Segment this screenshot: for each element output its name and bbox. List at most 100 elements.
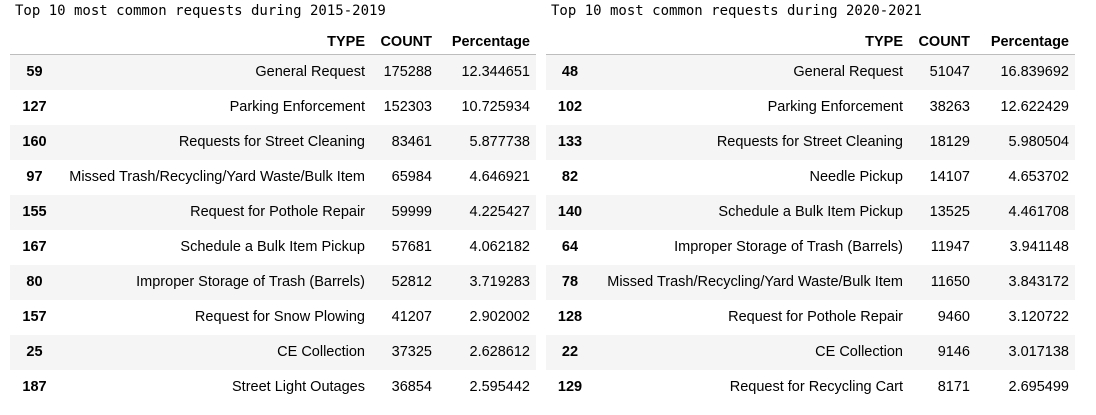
notebook-outputs: Top 10 most common requests during 2015-… xyxy=(0,0,1096,415)
count-cell: 37325 xyxy=(391,344,432,360)
table-row: 102 Parking Enforcement 38263 12.622429 xyxy=(546,90,1075,125)
row-index: 80 xyxy=(26,274,43,290)
count-cell: 9460 xyxy=(937,309,970,325)
table-row: 22 CE Collection 9146 3.017138 xyxy=(546,334,1075,370)
dataframe-table: TYPE COUNT Percentage 48 General Request 5104… xyxy=(546,29,1075,405)
percentage-cell: 3.017138 xyxy=(1008,344,1069,360)
table-row: 64 Improper Storage of Trash (Barrels) 119… xyxy=(546,230,1075,265)
type-column-header: TYPE xyxy=(59,29,371,55)
row-index: 102 xyxy=(557,99,583,115)
request-type-cell: CE Collection xyxy=(815,344,903,360)
table-body: 48 General Request 51047 16.839692 102 Parkin… xyxy=(546,54,1075,405)
percentage-cell: 3.719283 xyxy=(469,274,530,290)
request-type-cell: Parking Enforcement xyxy=(767,99,903,115)
table-row: 133 Requests for Street Cleaning 18129 5.98… xyxy=(546,124,1075,160)
request-type-cell: Schedule a Bulk Item Pickup xyxy=(718,204,903,220)
count-cell: 11650 xyxy=(930,274,970,290)
count-cell: 8171 xyxy=(937,379,970,395)
percentage-cell: 4.461708 xyxy=(1008,204,1069,220)
table-row: 80 Improper Storage of Trash (Barrels) 528… xyxy=(10,264,536,300)
table-block-2015-2019: Top 10 most common requests during 2015-… xyxy=(10,0,536,405)
table-row: 140 Schedule a Bulk Item Pickup 13525 4.461… xyxy=(546,194,1075,230)
request-type-cell: Schedule a Bulk Item Pickup xyxy=(180,239,365,255)
table-header: TYPE COUNT Percentage xyxy=(10,29,536,55)
table-row: 167 Schedule a Bulk Item Pickup 57681 4.062… xyxy=(10,230,536,265)
percentage-cell: 12.622429 xyxy=(1000,99,1069,115)
count-cell: 152303 xyxy=(383,99,432,115)
request-type-cell: Street Light Outages xyxy=(232,379,365,395)
percentage-cell: 4.653702 xyxy=(1008,169,1069,185)
count-cell: 36854 xyxy=(391,379,432,395)
request-type-cell: Improper Storage of Trash (Barrels) xyxy=(674,239,903,255)
percentage-cell: 3.120722 xyxy=(1008,309,1069,325)
percentage-cell: 4.646921 xyxy=(469,169,530,185)
percentage-column-header: Percentage xyxy=(976,29,1075,55)
table-block-2020-2021: Top 10 most common requests during 2020-… xyxy=(546,0,1075,405)
request-type-cell: Request for Snow Plowing xyxy=(194,309,365,325)
table-row: 25 CE Collection 37325 2.628612 xyxy=(10,334,536,370)
row-index: 127 xyxy=(22,99,47,115)
table-row: 127 Parking Enforcement 152303 10.725934 xyxy=(10,90,536,125)
count-cell: 41207 xyxy=(391,309,432,325)
percentage-cell: 3.941148 xyxy=(1009,239,1069,255)
row-index: 128 xyxy=(557,309,583,325)
request-type-cell: General Request xyxy=(255,64,365,81)
table-row: 128 Request for Pothole Repair 9460 3.12072… xyxy=(546,300,1075,335)
count-cell: 11947 xyxy=(930,239,970,255)
count-cell: 57681 xyxy=(391,239,432,255)
row-index: 167 xyxy=(22,239,47,255)
percentage-cell: 16.839692 xyxy=(1000,64,1069,81)
table-header: TYPE COUNT Percentage xyxy=(546,29,1075,55)
percentage-cell: 4.062182 xyxy=(469,239,530,255)
count-cell: 14107 xyxy=(929,169,970,185)
count-column-header: COUNT xyxy=(371,29,438,55)
row-index: 22 xyxy=(561,344,579,360)
percentage-cell: 2.628612 xyxy=(469,344,530,360)
header-row: TYPE COUNT Percentage xyxy=(546,29,1075,55)
table-row: 129 Request for Recycling Cart 8171 2.69549… xyxy=(546,370,1075,405)
table-row: 97 Missed Trash/Recycling/Yard Waste/Bulk… xyxy=(10,160,536,195)
table-body: 59 General Request 175288 12.344651 127 Parki… xyxy=(10,54,536,405)
percentage-cell: 4.225427 xyxy=(469,204,530,220)
row-index: 78 xyxy=(561,274,579,290)
table-row: 48 General Request 51047 16.839692 xyxy=(546,54,1075,90)
row-index: 97 xyxy=(26,169,43,185)
percentage-cell: 10.725934 xyxy=(461,99,530,115)
row-index: 160 xyxy=(22,134,47,150)
count-cell: 9146 xyxy=(937,344,970,360)
table-caption: Top 10 most common requests during 2020-… xyxy=(551,3,922,19)
percentage-cell: 5.980504 xyxy=(1008,134,1069,150)
table-row: 155 Request for Pothole Repair 59999 4.2254… xyxy=(10,194,536,230)
request-type-cell: Request for Pothole Repair xyxy=(190,204,365,220)
header-row: TYPE COUNT Percentage xyxy=(10,29,536,55)
request-type-cell: Requests for Street Cleaning xyxy=(178,134,365,150)
request-type-cell: Request for Pothole Repair xyxy=(728,309,903,325)
percentage-cell: 12.344651 xyxy=(461,64,530,81)
dataframe-table: TYPE COUNT Percentage 59 General Request 1752… xyxy=(10,29,536,405)
table-row: 160 Requests for Street Cleaning 83461 5.87… xyxy=(10,124,536,160)
request-type-cell: General Request xyxy=(793,64,903,81)
percentage-column-header: Percentage xyxy=(438,29,536,55)
count-cell: 18129 xyxy=(929,134,970,150)
row-index: 187 xyxy=(22,379,47,395)
index-column-header xyxy=(10,29,59,55)
count-column-header: COUNT xyxy=(909,29,976,55)
row-index: 129 xyxy=(557,379,583,395)
count-cell: 38263 xyxy=(929,99,970,115)
percentage-cell: 5.877738 xyxy=(469,134,530,150)
row-index: 157 xyxy=(22,309,47,325)
row-index: 59 xyxy=(26,64,43,81)
row-index: 48 xyxy=(561,64,579,81)
count-cell: 83461 xyxy=(391,134,432,150)
request-type-cell: Missed Trash/Recycling/Yard Waste/Bulk I… xyxy=(607,274,903,290)
row-index: 25 xyxy=(26,344,43,360)
row-index: 64 xyxy=(561,239,579,255)
row-index: 155 xyxy=(22,204,47,220)
count-cell: 51047 xyxy=(929,64,970,81)
count-cell: 175288 xyxy=(383,64,432,81)
request-type-cell: Requests for Street Cleaning xyxy=(716,134,903,150)
count-cell: 59999 xyxy=(391,204,432,220)
percentage-cell: 3.843172 xyxy=(1008,274,1069,290)
percentage-cell: 2.595442 xyxy=(469,379,530,395)
row-index: 140 xyxy=(557,204,583,220)
